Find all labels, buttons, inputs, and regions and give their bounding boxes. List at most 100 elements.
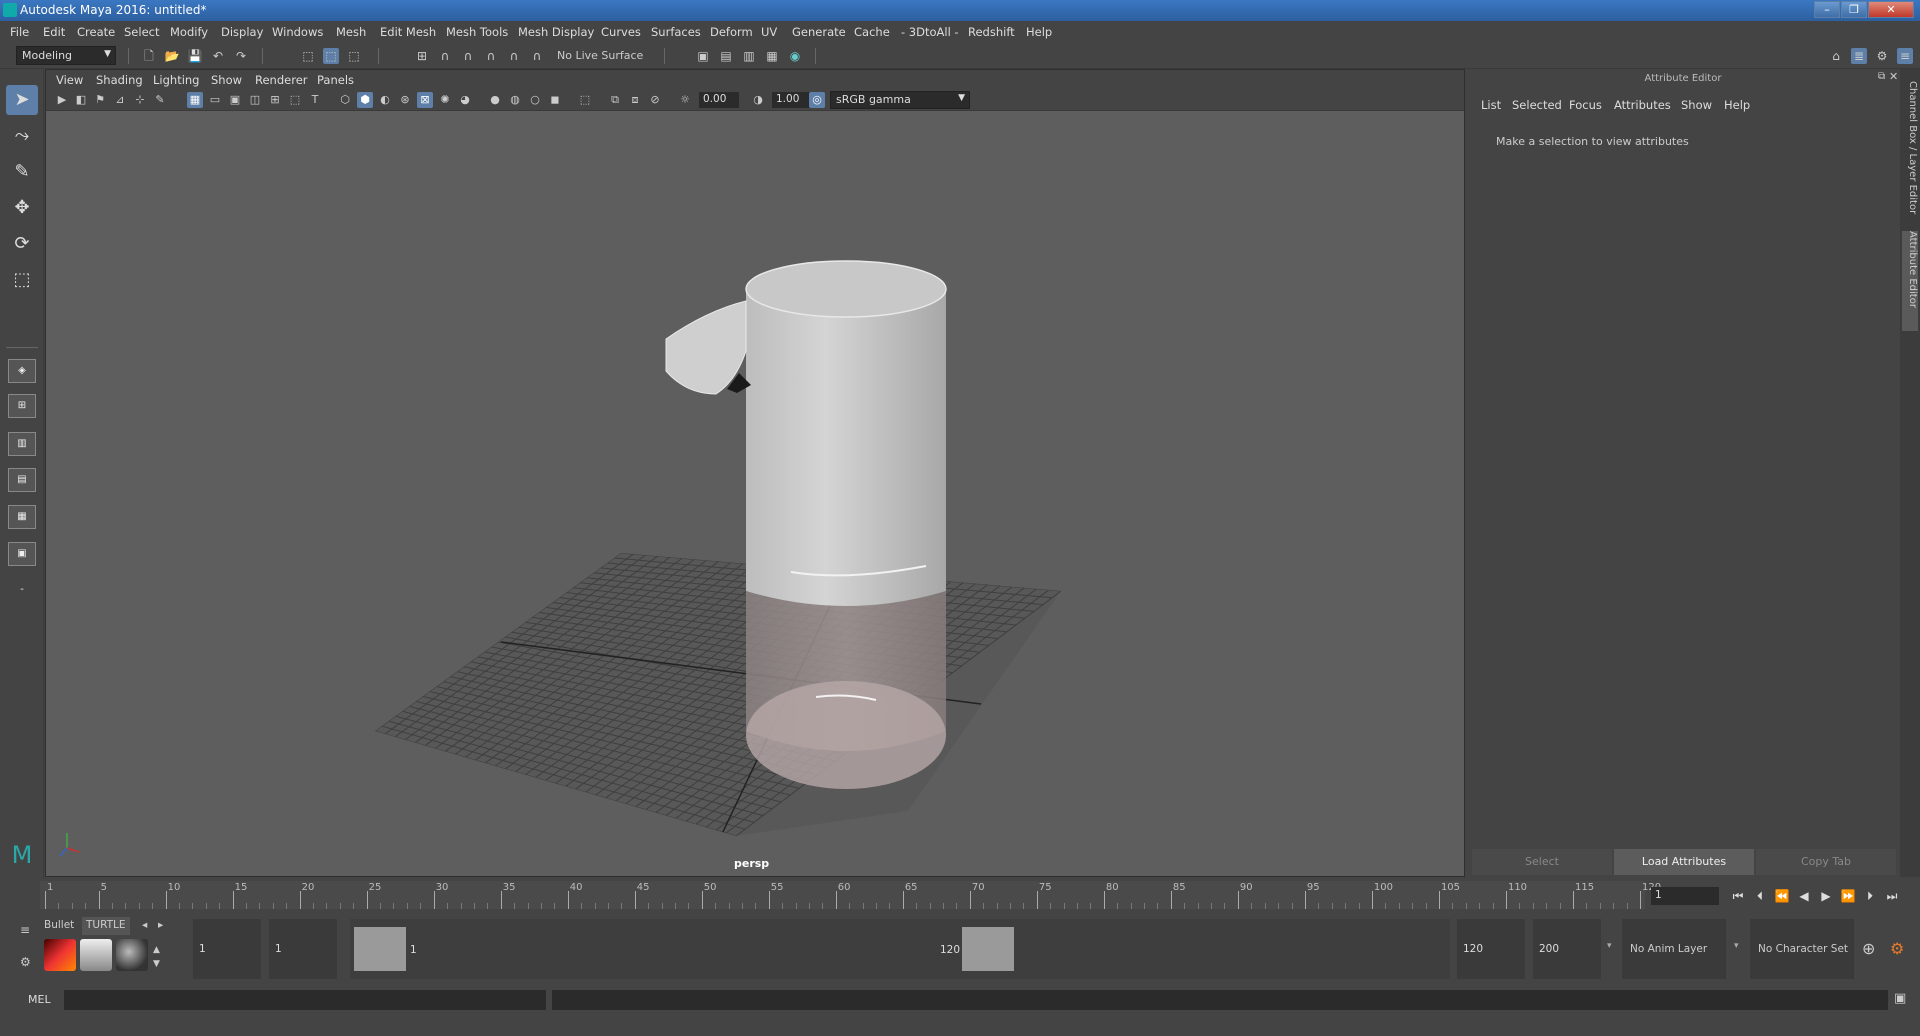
undo-icon[interactable]: ↶ bbox=[210, 48, 226, 64]
menu-deform[interactable]: Deform bbox=[710, 25, 753, 39]
open-scene-icon[interactable]: 📂 bbox=[164, 48, 180, 64]
menu-surfaces[interactable]: Surfaces bbox=[651, 25, 701, 39]
wireframe-on-shaded-icon[interactable]: ⊛ bbox=[397, 92, 413, 108]
film-gate-icon[interactable]: ▭ bbox=[207, 92, 223, 108]
snap-magnet-icon[interactable]: ∩ bbox=[529, 48, 545, 64]
render-settings-icon[interactable]: ▣ bbox=[695, 48, 711, 64]
menu-mesh-tools[interactable]: Mesh Tools bbox=[446, 25, 508, 39]
viewport-menu-panels[interactable]: Panels bbox=[317, 73, 354, 87]
ipr-render-icon[interactable]: ▥ bbox=[741, 48, 757, 64]
ae-menu-list[interactable]: List bbox=[1481, 98, 1501, 112]
viewport-menu-lighting[interactable]: Lighting bbox=[153, 73, 199, 87]
turtle-render-icon[interactable] bbox=[44, 939, 76, 971]
xray-components-icon[interactable]: ⧈ bbox=[627, 92, 643, 108]
live-surface-field[interactable]: No Live Surface bbox=[554, 47, 654, 65]
shelf-scroll-left-icon[interactable]: ◂ bbox=[138, 917, 151, 935]
anim-layer-dropdown[interactable]: No Anim Layer bbox=[1622, 919, 1726, 979]
step-back-frame-icon[interactable]: ⏴ bbox=[1751, 887, 1769, 905]
shelf-settings-icon[interactable]: ⚙ bbox=[20, 955, 31, 969]
range-slider-track[interactable]: 1 120 bbox=[350, 919, 1450, 979]
menu-generate[interactable]: Generate bbox=[792, 25, 846, 39]
select-tool-icon[interactable]: ➤ bbox=[6, 85, 38, 115]
menu-file[interactable]: File bbox=[10, 25, 29, 39]
menu-display[interactable]: Display bbox=[221, 25, 263, 39]
ae-menu-focus[interactable]: Focus bbox=[1569, 98, 1602, 112]
paint-select-tool-icon[interactable]: ✎ bbox=[6, 157, 38, 187]
snap-view-icon[interactable]: ∩ bbox=[483, 48, 499, 64]
character-set-chevron-icon[interactable]: ▾ bbox=[1734, 941, 1739, 951]
viewport-panel[interactable]: View Shading Lighting Show Renderer Pane… bbox=[45, 69, 1465, 877]
play-forwards-icon[interactable]: ▶ bbox=[1817, 887, 1835, 905]
depth-of-field-icon[interactable]: ◼ bbox=[547, 92, 563, 108]
menu-uv[interactable]: UV bbox=[761, 25, 777, 39]
turtle-bake-icon[interactable] bbox=[80, 939, 112, 971]
menu-mesh[interactable]: Mesh bbox=[336, 25, 366, 39]
single-perspective-layout-icon[interactable]: ◈ bbox=[8, 359, 36, 383]
default-material-icon[interactable]: ◐ bbox=[377, 92, 393, 108]
close-panel-icon[interactable]: ✕ bbox=[1889, 70, 1898, 83]
shelf-scroll-right-icon[interactable]: ▸ bbox=[154, 917, 167, 935]
menu-create[interactable]: Create bbox=[77, 25, 115, 39]
step-forward-frame-icon[interactable]: ⏵ bbox=[1861, 887, 1879, 905]
shelf-tab-bullet[interactable]: Bullet bbox=[40, 917, 78, 935]
command-language-label[interactable]: MEL bbox=[28, 993, 51, 1006]
grease-pencil-icon[interactable]: ✎ bbox=[152, 92, 168, 108]
gate-mask-icon[interactable]: ◫ bbox=[247, 92, 263, 108]
resolution-gate-icon[interactable]: ▣ bbox=[227, 92, 243, 108]
render-view-icon[interactable]: ▦ bbox=[764, 48, 780, 64]
go-to-start-icon[interactable]: ⏮ bbox=[1729, 887, 1747, 905]
shadows-icon[interactable]: ◕ bbox=[457, 92, 473, 108]
menu-modify[interactable]: Modify bbox=[170, 25, 208, 39]
persp-graph-layout-icon[interactable]: ▤ bbox=[8, 468, 36, 492]
time-slider-track[interactable]: 1 5 10 15 20 25 30 35 40 45 50 55 60 65 70 75 80 85 90 95 10… bbox=[40, 881, 1661, 909]
save-scene-icon[interactable]: 💾 bbox=[187, 48, 203, 64]
menu-edit[interactable]: Edit bbox=[43, 25, 65, 39]
motion-blur-icon[interactable]: ◍ bbox=[507, 92, 523, 108]
four-view-layout-icon[interactable]: ⊞ bbox=[8, 394, 36, 418]
animation-preferences-icon[interactable]: ⚙ bbox=[1890, 939, 1904, 958]
use-all-lights-icon[interactable]: ✺ bbox=[437, 92, 453, 108]
safe-action-icon[interactable]: ⬚ bbox=[287, 92, 303, 108]
gamma-field[interactable]: 1.00 bbox=[772, 92, 812, 108]
maximize-button[interactable]: ❐ bbox=[1841, 1, 1867, 18]
shelf-tab-turtle[interactable]: TURTLE bbox=[82, 917, 130, 935]
menu-set-dropdown[interactable]: Modeling ▼ bbox=[16, 46, 116, 65]
viewport-menu-renderer[interactable]: Renderer bbox=[255, 73, 308, 87]
select-hierarchy-icon[interactable]: ⬚ bbox=[300, 48, 316, 64]
menu-3dtoall[interactable]: - 3DtoAll - bbox=[901, 25, 959, 39]
menu-cache[interactable]: Cache bbox=[854, 25, 890, 39]
select-component-icon[interactable]: ⬚ bbox=[346, 48, 362, 64]
snap-point-icon[interactable]: ∩ bbox=[460, 48, 476, 64]
command-input[interactable] bbox=[64, 990, 546, 1010]
hypershade-icon[interactable]: ◉ bbox=[787, 48, 803, 64]
viewport-menu-shading[interactable]: Shading bbox=[96, 73, 143, 87]
isolate-select-icon[interactable]: ⬚ bbox=[577, 92, 593, 108]
character-set-dropdown[interactable]: No Character Set bbox=[1750, 919, 1854, 979]
xray-icon[interactable]: ⊠ bbox=[417, 92, 433, 108]
menu-mesh-display[interactable]: Mesh Display bbox=[518, 25, 594, 39]
persp-outliner-layout-icon[interactable]: ▥ bbox=[8, 432, 36, 456]
camera-attributes-icon[interactable]: ◧ bbox=[73, 92, 89, 108]
shelf-menu-icon[interactable]: ≡ bbox=[20, 923, 30, 937]
shelf-scroll-up-icon[interactable]: ▲ bbox=[153, 945, 160, 955]
rotate-tool-icon[interactable]: ⟳ bbox=[6, 229, 38, 259]
backface-culling-icon[interactable]: ⊘ bbox=[647, 92, 663, 108]
tool-settings-icon[interactable]: ⚙ bbox=[1874, 48, 1890, 64]
menu-edit-mesh[interactable]: Edit Mesh bbox=[380, 25, 436, 39]
go-to-end-icon[interactable]: ⏭ bbox=[1883, 887, 1901, 905]
viewport-menu-show[interactable]: Show bbox=[211, 73, 242, 87]
script-editor-icon[interactable]: ▣ bbox=[1894, 991, 1906, 1006]
copy-tab-button[interactable]: Copy Tab bbox=[1756, 849, 1896, 875]
exposure-field[interactable]: 0.00 bbox=[699, 92, 739, 108]
current-frame-field[interactable]: 1 bbox=[1651, 887, 1719, 905]
step-forward-key-icon[interactable]: ⏩ bbox=[1839, 887, 1857, 905]
range-end-handle[interactable] bbox=[962, 927, 1014, 971]
persp-hypershade-layout-icon[interactable]: ▦ bbox=[8, 505, 36, 529]
view-transform-dropdown[interactable]: sRGB gamma ▼ bbox=[830, 91, 970, 109]
float-panel-icon[interactable]: ⧉ bbox=[1878, 71, 1885, 82]
custom-layout-icon[interactable]: - bbox=[8, 579, 36, 603]
image-plane-icon[interactable]: ⊿ bbox=[112, 92, 128, 108]
menu-help[interactable]: Help bbox=[1026, 25, 1052, 39]
snap-surface-icon[interactable]: ∩ bbox=[506, 48, 522, 64]
play-backwards-icon[interactable]: ◀ bbox=[1795, 887, 1813, 905]
